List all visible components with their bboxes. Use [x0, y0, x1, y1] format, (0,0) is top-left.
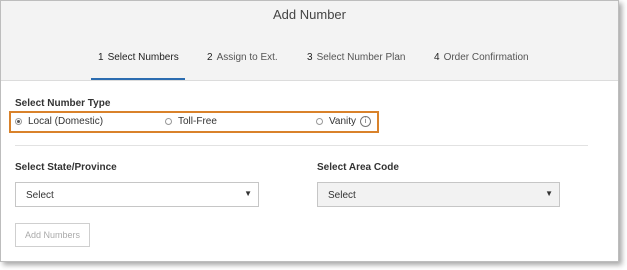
area-code-select[interactable]: Select ▼	[317, 182, 560, 207]
step-number: 2	[207, 52, 213, 63]
state-province-label: Select State/Province	[15, 162, 117, 173]
step-select-numbers[interactable]: 1 Select Numbers	[91, 52, 185, 80]
info-icon[interactable]: i	[360, 116, 372, 127]
radio-unchecked-icon	[165, 118, 172, 125]
radio-checked-icon	[15, 118, 22, 125]
radio-vanity[interactable]: Vanity i	[316, 116, 372, 127]
radio-toll-free[interactable]: Toll-Free	[165, 116, 217, 127]
add-number-dialog: Add Number 1 Select Numbers 2 Assign to Ex…	[0, 0, 619, 262]
step-order-confirmation[interactable]: 4 Order Confirmation	[434, 52, 529, 80]
state-province-select[interactable]: Select ▼	[15, 182, 259, 207]
radio-label: Local (Domestic)	[28, 116, 104, 127]
area-code-label: Select Area Code	[317, 162, 399, 173]
step-label: Order Confirmation	[443, 52, 529, 63]
step-assign-to-ext[interactable]: 2 Assign to Ext.	[207, 52, 278, 80]
wizard-steps: 1 Select Numbers 2 Assign to Ext. 3 Select …	[1, 52, 618, 80]
step-number: 4	[434, 52, 440, 63]
step-number: 1	[98, 52, 104, 63]
dropdown-caret-icon: ▼	[244, 189, 252, 198]
step-label: Assign to Ext.	[216, 52, 278, 63]
add-numbers-button[interactable]: Add Numbers	[15, 223, 90, 247]
radio-label: Vanity	[329, 116, 357, 127]
step-number: 3	[307, 52, 313, 63]
number-type-label: Select Number Type	[15, 98, 111, 109]
dropdown-caret-icon: ▼	[545, 189, 553, 198]
radio-local-domestic[interactable]: Local (Domestic)	[15, 116, 103, 127]
step-label: Select Number Plan	[316, 52, 406, 63]
dialog-header: Add Number 1 Select Numbers 2 Assign to Ex…	[1, 1, 618, 81]
radio-label: Toll-Free	[178, 116, 217, 127]
step-select-number-plan[interactable]: 3 Select Number Plan	[307, 52, 406, 80]
select-value: Select	[26, 190, 54, 201]
divider	[15, 145, 588, 146]
dialog-title: Add Number	[273, 7, 346, 22]
radio-unchecked-icon	[316, 118, 323, 125]
step-label: Select Numbers	[107, 52, 179, 63]
select-value: Select	[328, 190, 356, 201]
